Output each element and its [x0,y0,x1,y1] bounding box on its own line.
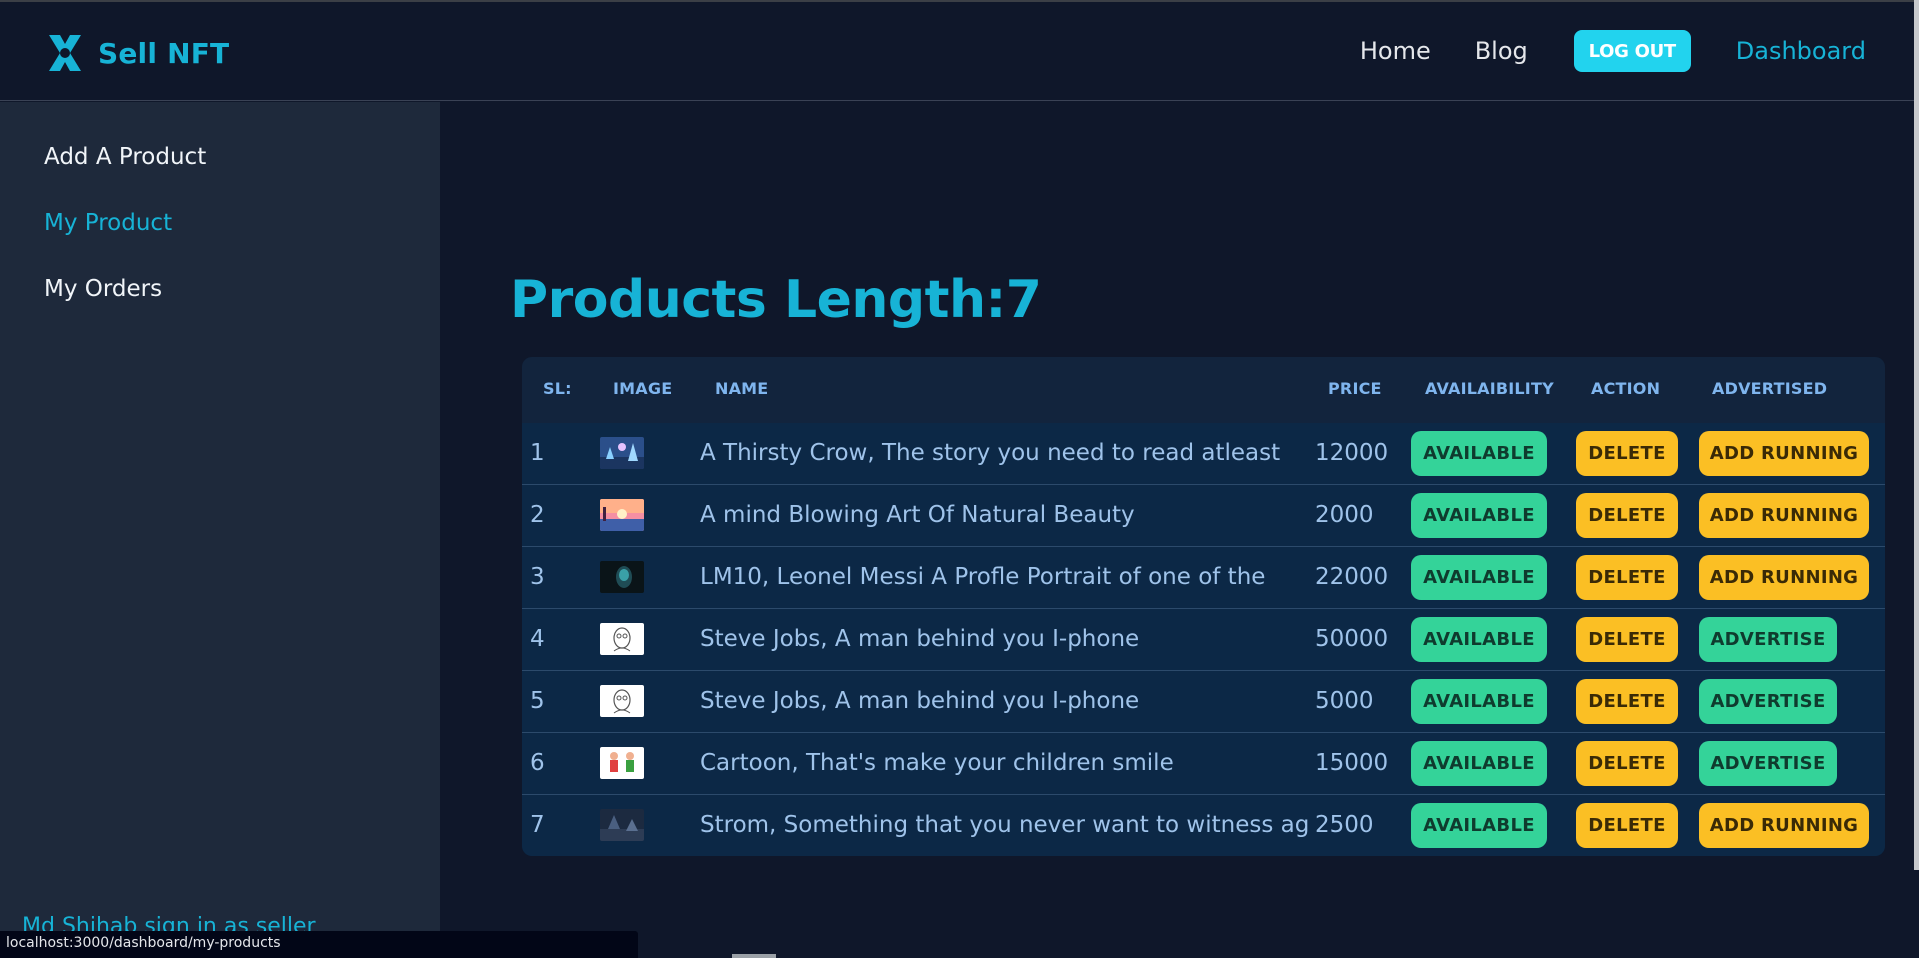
product-thumbnail [600,623,644,655]
nav-home-link[interactable]: Home [1360,37,1431,65]
product-thumbnail [600,437,644,469]
row-sl: 1 [530,440,545,466]
product-thumbnail [600,747,644,779]
availability-button[interactable]: AVAILABLE [1411,617,1547,662]
ad-running-button[interactable]: ADD RUNNING [1699,555,1869,600]
row-name: LM10, Leonel Messi A Profle Portrait of … [700,564,1266,590]
row-price: 2500 [1315,812,1374,838]
row-price: 5000 [1315,688,1374,714]
row-sl: 6 [530,750,545,776]
availability-button[interactable]: AVAILABLE [1411,741,1547,786]
table-row: 6 Cartoon, That's make your children smi… [522,733,1885,795]
header-advertised: ADVERTISED [1712,379,1828,398]
dashboard-sidebar: Add A Product My Product My Orders Md Sh… [0,102,440,958]
products-table: SL: IMAGE NAME PRICE AVAILAIBILITY ACTIO… [522,357,1885,856]
delete-button[interactable]: DELETE [1576,803,1678,848]
delete-button[interactable]: DELETE [1576,555,1678,600]
delete-button[interactable]: DELETE [1576,617,1678,662]
status-bar-url: localhost:3000/dashboard/my-products [0,931,638,958]
delete-button[interactable]: DELETE [1576,493,1678,538]
top-navbar: Sell NFT Home Blog LOG OUT Dashboard [0,2,1914,101]
nav-links: Home Blog LOG OUT Dashboard [1316,30,1866,72]
header-name: NAME [715,379,769,398]
page-scrollbar[interactable] [1914,0,1919,958]
availability-button[interactable]: AVAILABLE [1411,679,1547,724]
advertise-button[interactable]: ADVERTISE [1699,741,1837,786]
bottom-resize-handle[interactable] [732,954,776,958]
ad-running-button[interactable]: ADD RUNNING [1699,431,1869,476]
table-row: 5 Steve Jobs, A man behind you I-phone 5… [522,671,1885,733]
ad-running-button[interactable]: ADD RUNNING [1699,493,1869,538]
row-price: 50000 [1315,626,1389,652]
product-thumbnail [600,499,644,531]
nav-blog-link[interactable]: Blog [1475,37,1528,65]
sidebar-item-my-orders[interactable]: My Orders [44,276,162,302]
availability-button[interactable]: AVAILABLE [1411,431,1547,476]
row-sl: 3 [530,564,545,590]
table-row: 3 LM10, Leonel Messi A Profle Portrait o… [522,547,1885,609]
row-sl: 5 [530,688,545,714]
table-row: 2 A mind Blowing Art Of Natural Beauty 2… [522,485,1885,547]
availability-button[interactable]: AVAILABLE [1411,803,1547,848]
row-price: 2000 [1315,502,1374,528]
row-name: Cartoon, That's make your children smile [700,750,1174,776]
x-logo-icon [49,35,81,71]
row-name: A Thirsty Crow, The story you need to re… [700,440,1281,466]
row-price: 15000 [1315,750,1389,776]
sidebar-item-my-product[interactable]: My Product [44,210,172,236]
delete-button[interactable]: DELETE [1576,431,1678,476]
row-name: Steve Jobs, A man behind you I-phone [700,688,1140,714]
row-price: 12000 [1315,440,1389,466]
brand-logo[interactable]: Sell NFT [44,32,229,74]
advertise-button[interactable]: ADVERTISE [1699,617,1837,662]
header-action: ACTION [1591,379,1661,398]
row-price: 22000 [1315,564,1389,590]
header-price: PRICE [1328,379,1382,398]
row-sl: 2 [530,502,545,528]
page-title: Products Length:7 [510,270,1042,330]
delete-button[interactable]: DELETE [1576,679,1678,724]
header-availability: AVAILAIBILITY [1425,379,1554,398]
logout-button[interactable]: LOG OUT [1573,30,1691,72]
header-sl: SL: [543,379,572,398]
nav-dashboard-link[interactable]: Dashboard [1736,37,1866,65]
availability-button[interactable]: AVAILABLE [1411,493,1547,538]
product-thumbnail [600,809,644,841]
row-sl: 7 [530,812,545,838]
product-thumbnail [600,685,644,717]
brand-name: Sell NFT [98,36,230,70]
table-row: 4 Steve Jobs, A man behind you I-phone 5… [522,609,1885,671]
row-sl: 4 [530,626,545,652]
row-name: Strom, Something that you never want to … [700,812,1310,838]
row-name: Steve Jobs, A man behind you I-phone [700,626,1140,652]
table-row: 7 Strom, Something that you never want t… [522,795,1885,856]
product-thumbnail [600,561,644,593]
scrollbar-thumb[interactable] [1914,0,1919,870]
availability-button[interactable]: AVAILABLE [1411,555,1547,600]
header-image: IMAGE [613,379,673,398]
row-name: A mind Blowing Art Of Natural Beauty [700,502,1135,528]
table-row: 1 A Thirsty Crow, The story you need to … [522,423,1885,485]
sidebar-item-add-product[interactable]: Add A Product [44,144,206,170]
table-header: SL: IMAGE NAME PRICE AVAILAIBILITY ACTIO… [522,357,1885,423]
ad-running-button[interactable]: ADD RUNNING [1699,803,1869,848]
advertise-button[interactable]: ADVERTISE [1699,679,1837,724]
delete-button[interactable]: DELETE [1576,741,1678,786]
